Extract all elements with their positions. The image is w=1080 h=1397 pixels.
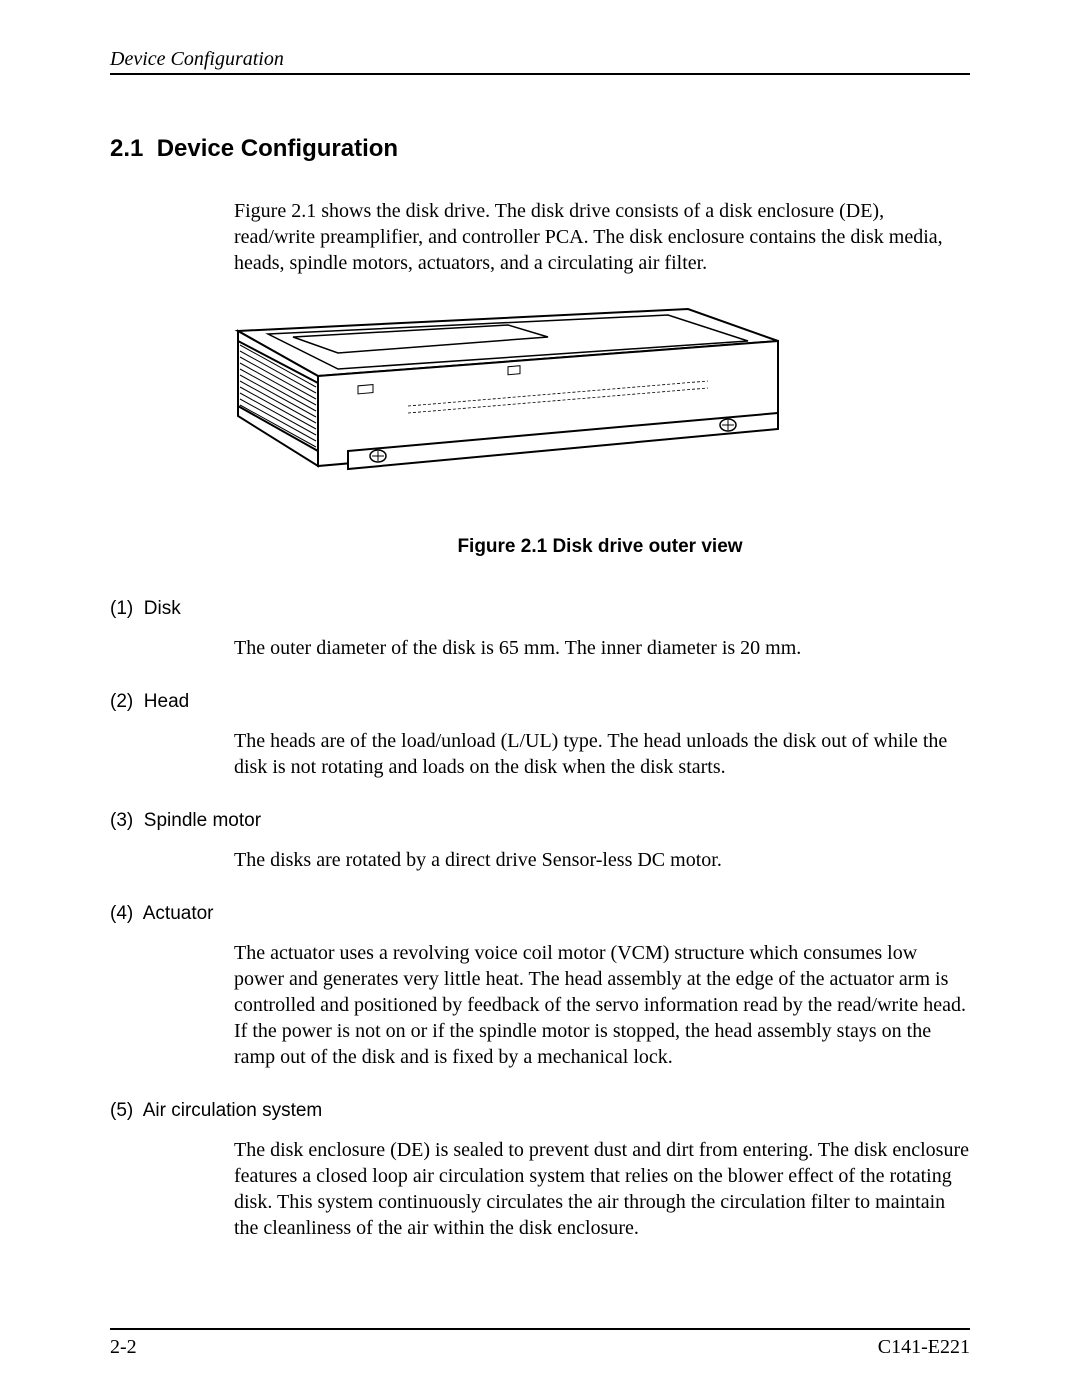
sub-text: The disks are rotated by a direct drive … bbox=[234, 847, 970, 873]
page-number: 2-2 bbox=[110, 1336, 137, 1359]
footer-rule bbox=[110, 1328, 970, 1330]
subsection-heading-actuator: (4) Actuator bbox=[110, 903, 970, 925]
page-header: Device Configuration bbox=[110, 48, 970, 75]
sub-title: Head bbox=[144, 691, 189, 712]
subsection-3: (3) Spindle motor The disks are rotated … bbox=[110, 810, 970, 873]
subsection-5: (5) Air circulation system The disk encl… bbox=[110, 1100, 970, 1241]
section-number: 2.1 bbox=[110, 135, 143, 162]
sub-number: (3) bbox=[110, 810, 133, 831]
sub-text: The disk enclosure (DE) is sealed to pre… bbox=[234, 1137, 970, 1241]
figure-caption: Figure 2.1 Disk drive outer view bbox=[230, 536, 970, 558]
sub-title: Air circulation system bbox=[143, 1100, 323, 1121]
subsection-heading-disk: (1) Disk bbox=[110, 598, 970, 620]
figure-disk-drive bbox=[208, 301, 970, 486]
header-rule bbox=[110, 73, 970, 75]
sub-number: (2) bbox=[110, 691, 133, 712]
sub-number: (1) bbox=[110, 598, 133, 619]
disk-drive-icon bbox=[208, 301, 788, 481]
sub-number: (4) bbox=[110, 903, 133, 924]
sub-title: Spindle motor bbox=[144, 810, 261, 831]
sub-text: The actuator uses a revolving voice coil… bbox=[234, 940, 970, 1070]
sub-title: Disk bbox=[144, 598, 181, 619]
sub-text: The outer diameter of the disk is 65 mm.… bbox=[234, 635, 970, 661]
doc-number: C141-E221 bbox=[878, 1336, 970, 1359]
section-title: Device Configuration bbox=[157, 135, 398, 162]
sub-title: Actuator bbox=[143, 903, 214, 924]
page-footer: 2-2 C141-E221 bbox=[110, 1328, 970, 1359]
subsection-1: (1) Disk The outer diameter of the disk … bbox=[110, 598, 970, 661]
subsection-heading-spindle: (3) Spindle motor bbox=[110, 810, 970, 832]
subsection-heading-air: (5) Air circulation system bbox=[110, 1100, 970, 1122]
subsection-heading-head: (2) Head bbox=[110, 691, 970, 713]
sub-number: (5) bbox=[110, 1100, 133, 1121]
sub-text: The heads are of the load/unload (L/UL) … bbox=[234, 728, 970, 780]
section-intro: Figure 2.1 shows the disk drive. The dis… bbox=[234, 198, 970, 276]
section-heading: 2.1 Device Configuration bbox=[110, 135, 970, 163]
header-title: Device Configuration bbox=[110, 48, 970, 71]
subsection-2: (2) Head The heads are of the load/unloa… bbox=[110, 691, 970, 780]
subsection-4: (4) Actuator The actuator uses a revolvi… bbox=[110, 903, 970, 1070]
